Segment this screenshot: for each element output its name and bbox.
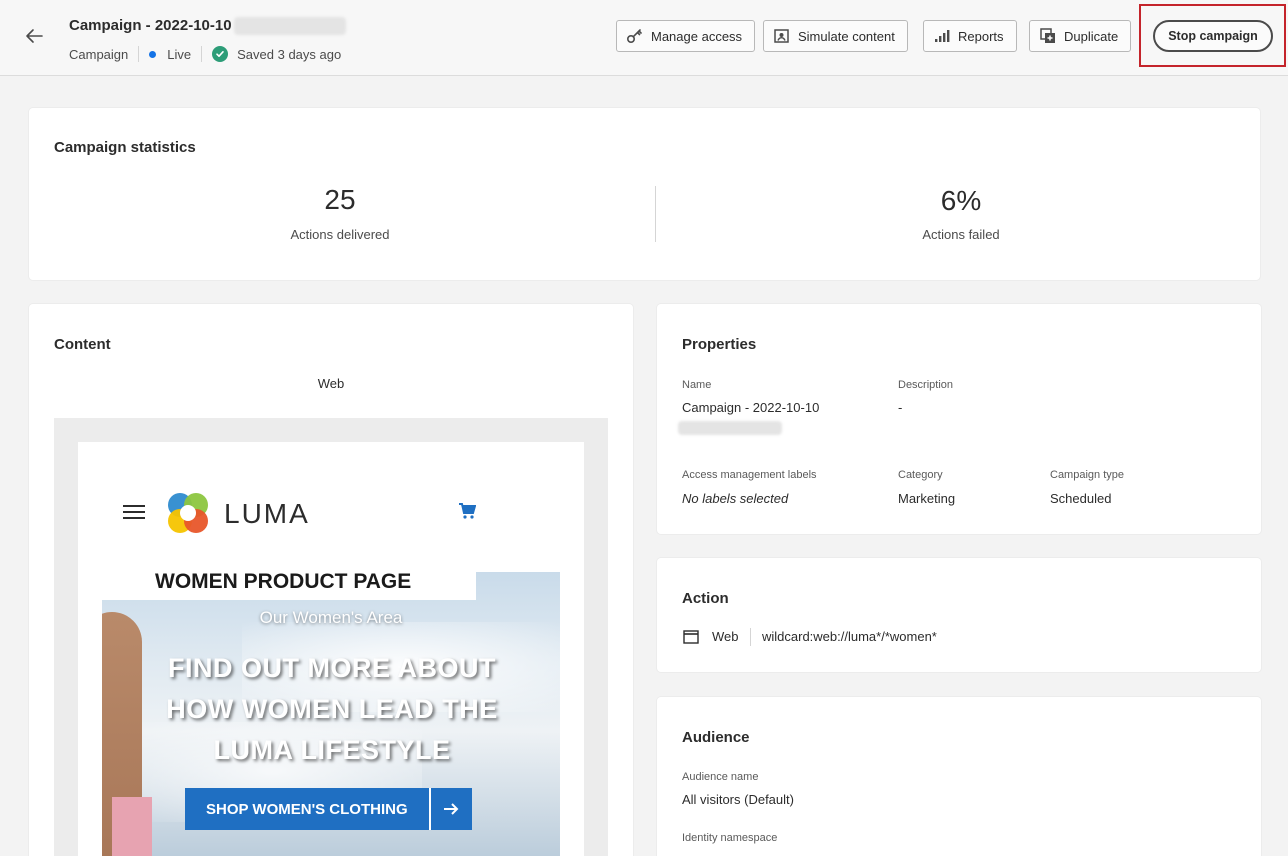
access-labels-value: No labels selected — [682, 491, 789, 506]
access-labels-label: Access management labels — [682, 469, 817, 481]
card-title: Action — [682, 590, 729, 607]
duplicate-label: Duplicate — [1064, 28, 1119, 44]
hamburger-menu-icon — [123, 505, 145, 519]
shop-button-label: SHOP WOMEN'S CLOTHING — [206, 800, 408, 818]
status-label: Live — [167, 46, 192, 62]
divider — [201, 46, 203, 62]
simulate-content-button[interactable]: Simulate content — [763, 20, 908, 52]
hero-subtitle: Our Women's Area — [259, 608, 403, 627]
duplicate-icon — [1040, 28, 1055, 43]
model-image — [112, 797, 152, 856]
back-arrow-icon[interactable] — [22, 24, 46, 48]
luma-logo-icon — [168, 493, 208, 533]
duplicate-button[interactable]: Duplicate — [1029, 20, 1132, 52]
hero-heading: FIND OUT MORE ABOUT HOW WOMEN LEAD THE L… — [166, 653, 498, 765]
actions-failed-value: 6% — [940, 185, 982, 216]
reports-button[interactable]: Reports — [923, 20, 1017, 52]
description-value: - — [898, 400, 903, 415]
redacted-text — [678, 421, 782, 435]
manage-access-label: Manage access — [651, 28, 743, 44]
brand-name: LUMA — [224, 498, 310, 529]
content-preview[interactable]: LUMA Our Women's Area FIND OUT MORE ABOU… — [54, 418, 608, 856]
campaign-type-label: Campaign type — [1050, 469, 1124, 481]
card-title: Properties — [682, 336, 757, 353]
actions-delivered-label: Actions delivered — [290, 227, 390, 242]
web-browser-icon — [683, 630, 699, 644]
divider — [138, 46, 140, 62]
campaign-statistics-card: Campaign statistics 25 Actions delivered… — [29, 108, 1260, 280]
action-card: Action Web wildcard:web://luma*/*women* — [657, 558, 1261, 672]
description-label: Description — [898, 379, 954, 391]
actions-delivered-value: 25 — [324, 184, 356, 215]
bar-chart-icon — [935, 30, 950, 42]
saved-status: Saved 3 days ago — [237, 46, 342, 62]
properties-card: Properties Name Campaign - 2022-10-10 De… — [657, 304, 1261, 534]
audience-name-label: Audience name — [682, 771, 759, 783]
category-value: Marketing — [898, 491, 956, 506]
campaign-meta: Campaign Live Saved 3 days ago — [69, 46, 341, 62]
card-title: Audience — [682, 729, 750, 746]
simulate-content-label: Simulate content — [798, 28, 895, 44]
audience-name-value: All visitors (Default) — [682, 792, 794, 807]
reports-label: Reports — [958, 28, 1004, 44]
redacted-text — [233, 17, 346, 36]
name-label: Name — [682, 379, 712, 391]
channel-label: Web — [317, 376, 345, 391]
identity-namespace-label: Identity namespace — [682, 832, 778, 844]
live-status-dot-icon — [149, 50, 157, 58]
stop-campaign-button[interactable]: Stop campaign — [1153, 20, 1273, 52]
shop-womens-clothing-button[interactable]: SHOP WOMEN'S CLOTHING — [185, 788, 472, 830]
category-label: Category — [898, 469, 943, 481]
actions-failed-label: Actions failed — [922, 227, 1000, 242]
divider — [655, 186, 656, 242]
card-title: Campaign statistics — [54, 139, 196, 156]
campaign-type-value: Scheduled — [1050, 491, 1112, 506]
campaign-title: Campaign - 2022-10-10 — [69, 17, 232, 34]
audience-card: Audience Audience name All visitors (Def… — [657, 697, 1261, 856]
manage-access-button[interactable]: Manage access — [616, 20, 756, 52]
hero-banner: Our Women's Area FIND OUT MORE ABOUT HOW… — [102, 572, 560, 856]
campaign-type-label: Campaign — [69, 46, 129, 62]
checkmark-icon — [212, 46, 229, 62]
page-header: Campaign - 2022-10-10 Campaign Live Save… — [0, 0, 1288, 76]
simulate-icon — [774, 29, 789, 43]
key-icon — [626, 29, 642, 44]
shopping-cart-icon — [459, 503, 476, 519]
action-channel: Web — [712, 629, 739, 644]
card-title: Content — [54, 336, 111, 353]
web-page-preview: LUMA Our Women's Area FIND OUT MORE ABOU… — [78, 442, 584, 856]
name-value: Campaign - 2022-10-10 — [682, 400, 820, 415]
page-heading: WOMEN PRODUCT PAGE — [102, 570, 477, 600]
page-title: Campaign - 2022-10-10 — [69, 17, 346, 36]
action-surface: wildcard:web://luma*/*women* — [762, 629, 937, 644]
divider — [750, 628, 751, 646]
content-card: Content Web LUMA Our Women's Area FIND O… — [29, 304, 633, 856]
arrow-right-icon — [428, 788, 472, 830]
